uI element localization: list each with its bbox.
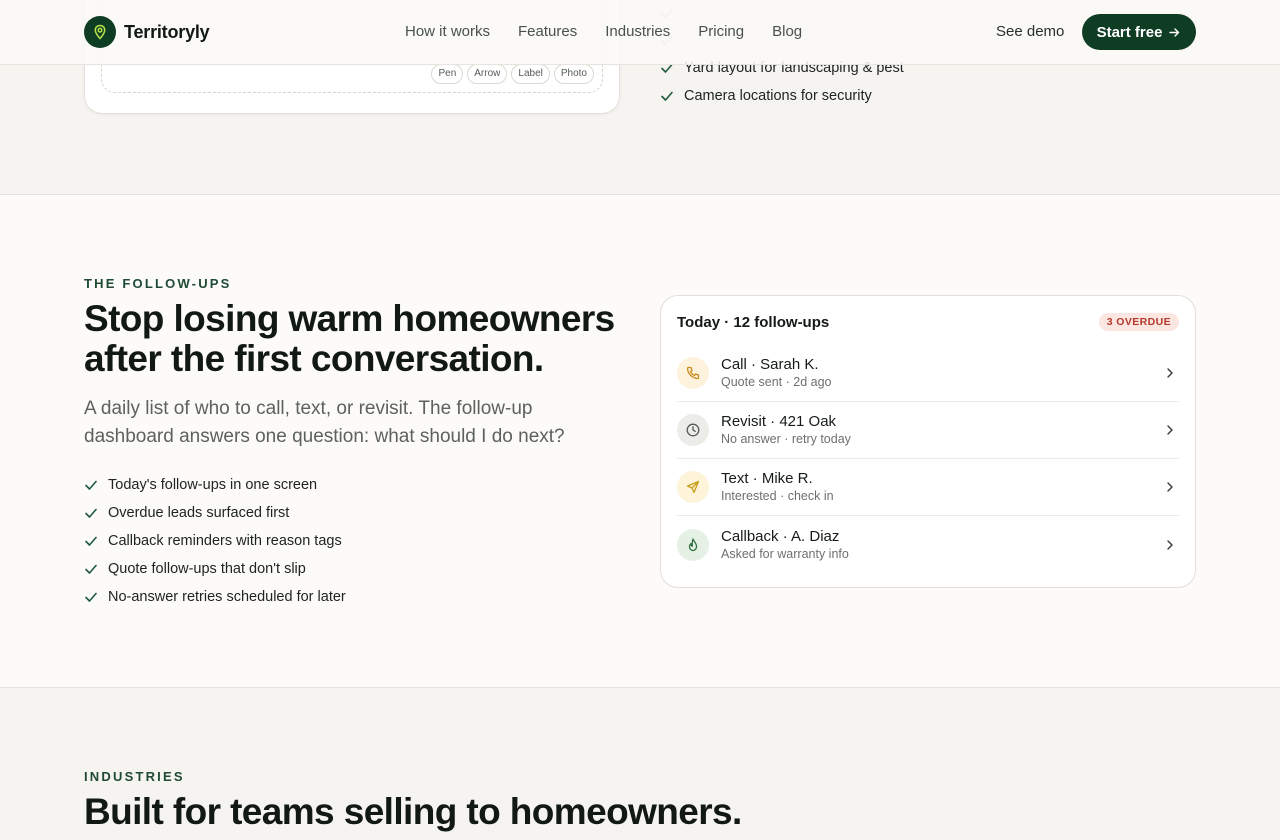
industries-section: INDUSTRIES Built for teams selling to ho… [0,689,1280,840]
followup-name: Callback · A. Diaz [721,527,840,545]
check-icon [85,480,97,490]
section-eyebrow: THE FOLLOW-UPS [84,276,232,291]
clock-icon [677,414,709,446]
section-lead: A daily list of who to call, text, or re… [84,398,565,447]
list-item-text: Overdue leads surfaced first [108,505,290,521]
followup-row[interactable]: Callback · A. Diaz Asked for warranty in… [677,516,1179,573]
tool-pen[interactable]: Pen [431,64,464,84]
list-item-text: Callback reminders with reason tags [108,533,342,549]
check-icon [661,91,673,101]
followup-row[interactable]: Call · Sarah K. Quote sent · 2d ago [677,345,1179,402]
followup-detail: No answer · retry today [721,432,851,446]
chevron-right-icon [1167,539,1173,550]
chevron-right-icon [1167,425,1173,435]
feature-list: Today's follow-ups in one screen Overdue… [84,471,346,611]
phone-icon [677,357,709,389]
followup-detail: Interested · check in [721,489,834,503]
nav-link-features[interactable]: Features [518,23,577,40]
chevron-right-icon [1167,482,1173,492]
section-heading: Stop losing warm homeowners after the fi… [84,298,615,379]
check-icon [85,592,97,602]
followups-card-title: Today · 12 follow-ups [677,313,830,331]
list-item: Camera locations for security [660,82,904,110]
tool-arrow[interactable]: Arrow [467,64,508,84]
map-pin-icon [84,16,116,48]
start-free-button[interactable]: Start free [1082,14,1196,50]
followup-text: Call · Sarah K. Quote sent · 2d ago [721,356,1163,390]
brand-name: Territoryly [124,21,210,42]
list-item-text: No-answer retries scheduled for later [108,589,346,605]
chevron-right-icon [1167,368,1173,378]
list-item: Overdue leads surfaced first [84,499,346,527]
overdue-badge: 3 OVERDUE [1098,313,1179,331]
check-icon [85,564,97,574]
list-item: Callback reminders with reason tags [84,527,346,555]
list-item-text: Quote follow-ups that don't slip [108,561,306,577]
section-eyebrow: INDUSTRIES [84,769,185,784]
check-icon [85,536,97,546]
followup-text: Revisit · 421 Oak No answer · retry toda… [721,413,1163,447]
check-icon [85,508,97,518]
sketch-toolbar: Pen Arrow Label Photo [431,64,594,84]
nav-links: How it works Features Industries Pricing… [405,23,802,40]
nav-link-how-it-works[interactable]: How it works [405,23,490,40]
arrow-right-icon [1169,27,1180,37]
followup-row[interactable]: Revisit · 421 Oak No answer · retry toda… [677,402,1179,459]
followup-detail: Quote sent · 2d ago [721,375,832,389]
flame-icon [677,528,709,561]
followups-list: Call · Sarah K. Quote sent · 2d ago Revi… [677,345,1179,573]
brand-logo[interactable]: Territoryly [84,16,210,48]
followup-name: Text · Mike R. [721,470,813,487]
send-icon [677,471,709,503]
followup-row[interactable]: Text · Mike R. Interested · check in [677,459,1179,516]
followups-card: Today · 12 follow-ups 3 OVERDUE Call · S… [660,295,1196,588]
followup-name: Revisit · 421 Oak [721,413,837,430]
see-demo-link[interactable]: See demo [996,23,1064,40]
list-item: No-answer retries scheduled for later [84,583,346,611]
tool-label[interactable]: Label [511,64,550,84]
followups-card-header: Today · 12 follow-ups 3 OVERDUE [677,313,1179,331]
followup-detail: Asked for warranty info [721,546,849,561]
list-item: Quote follow-ups that don't slip [84,555,346,583]
followup-text: Callback · A. Diaz Asked for warranty in… [721,528,1163,562]
section-heading: Built for teams selling to homeowners. [84,791,742,832]
followup-name: Call · Sarah K. [721,356,819,373]
start-free-label: Start free [1096,23,1163,41]
nav-link-industries[interactable]: Industries [605,23,670,40]
list-item-text: Camera locations for security [684,88,872,104]
tool-photo[interactable]: Photo [553,64,594,84]
nav-link-blog[interactable]: Blog [772,23,802,40]
top-nav: Territoryly How it works Features Indust… [0,0,1280,65]
followups-section: THE FOLLOW-UPS Stop losing warm homeowne… [0,195,1280,688]
followup-text: Text · Mike R. Interested · check in [721,470,1163,504]
list-item: Today's follow-ups in one screen [84,471,346,499]
nav-link-pricing[interactable]: Pricing [698,23,744,40]
list-item-text: Today's follow-ups in one screen [108,477,318,493]
